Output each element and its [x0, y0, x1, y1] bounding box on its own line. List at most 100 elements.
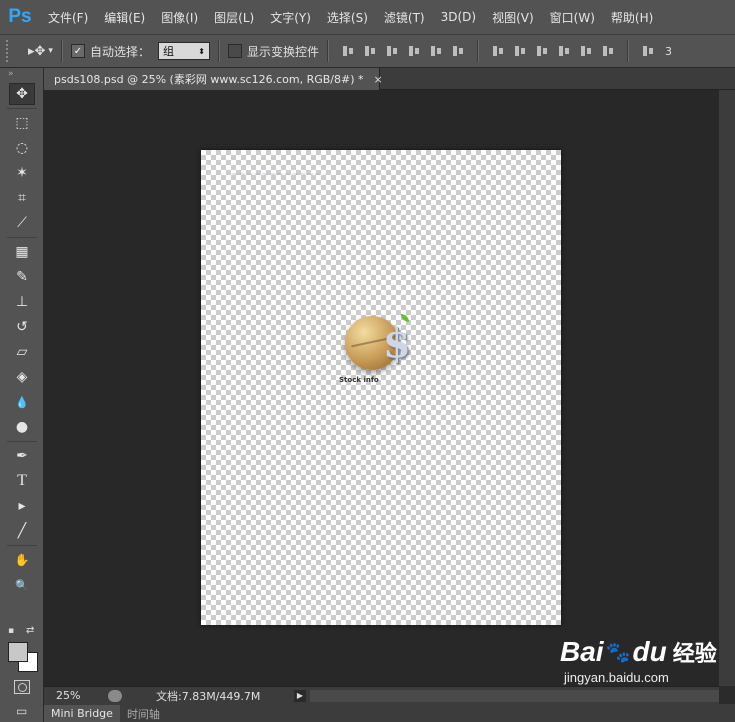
line-tool[interactable]: ╱: [9, 520, 35, 542]
distribute-top-icon[interactable]: [491, 44, 505, 58]
align-hcenter-icon[interactable]: [429, 44, 443, 58]
menu-help[interactable]: 帮助(H): [603, 9, 661, 26]
menu-layer[interactable]: 图层(L): [206, 9, 262, 26]
tab-timeline[interactable]: 时间轴: [120, 705, 167, 722]
align-left-icon[interactable]: [407, 44, 421, 58]
menu-select[interactable]: 选择(S): [319, 9, 376, 26]
auto-select-label: 自动选择：: [89, 44, 150, 59]
distribute-vcenter-icon[interactable]: [513, 44, 527, 58]
lasso-icon: ◌: [15, 140, 29, 156]
dodge-tool[interactable]: ●: [9, 416, 35, 438]
move-tool[interactable]: ✥: [9, 83, 35, 105]
document-size-info: 文档:7.83M/449.7M: [156, 689, 261, 703]
auto-select-dropdown[interactable]: 组 ⬍: [157, 42, 210, 60]
document-tab-title: psds108.psd @ 25% (素彩网 www.sc126.com, RG…: [54, 73, 364, 86]
menu-window[interactable]: 窗口(W): [542, 9, 603, 26]
menu-3d[interactable]: 3D(D): [433, 10, 484, 24]
tab-mini-bridge[interactable]: Mini Bridge: [44, 705, 120, 722]
document-canvas[interactable]: ~~~~~~~~~~~~ $ Stock info: [201, 150, 561, 625]
vertical-scrollbar[interactable]: [719, 90, 735, 686]
3d-mode-label[interactable]: 3: [665, 45, 672, 58]
show-transform-checkbox[interactable]: [227, 44, 242, 58]
zoom-level[interactable]: 25%: [44, 689, 102, 702]
toolbox-panel: » ✥ ⬚ ◌ ✶ ⌗ ⟋ ▦ ✎ ⊥ ↺ ▱ ◈ 💧 ● ✒ T ▸ ╱ ✋ …: [0, 68, 44, 722]
paint-bucket-icon: ◈: [16, 369, 28, 385]
history-brush-tool[interactable]: ↺: [9, 316, 35, 338]
options-grip[interactable]: [6, 40, 14, 62]
tool-divider: [7, 441, 37, 442]
dodge-icon: ●: [15, 419, 29, 435]
menu-image[interactable]: 图像(I): [153, 9, 206, 26]
document-tab[interactable]: psds108.psd @ 25% (素彩网 www.sc126.com, RG…: [44, 68, 383, 90]
zoom-tool[interactable]: 🔍: [9, 574, 35, 596]
updown-arrows-icon: ⬍: [198, 46, 205, 56]
align-right-icon[interactable]: [451, 44, 465, 58]
close-icon[interactable]: ×: [374, 73, 383, 86]
swap-colors-icon[interactable]: ⇄: [26, 625, 34, 636]
canvas-caption: Stock info: [339, 376, 379, 384]
canvas-workspace[interactable]: ~~~~~~~~~~~~ $ Stock info: [44, 90, 719, 686]
align-vcenter-icon[interactable]: [363, 44, 377, 58]
line-icon: ╱: [17, 523, 27, 539]
menu-filter[interactable]: 滤镜(T): [376, 9, 433, 26]
magic-wand-tool[interactable]: ✶: [9, 162, 35, 184]
distribute-left-icon[interactable]: [557, 44, 571, 58]
tool-divider: [7, 237, 37, 238]
arrow-pointer-icon: ▸: [18, 498, 26, 514]
clone-stamp-tool[interactable]: ⊥: [9, 291, 35, 313]
blur-tool[interactable]: 💧: [9, 391, 35, 413]
dollar-sign-artwork: $: [383, 320, 411, 367]
eyedropper-tool[interactable]: ⟋: [9, 212, 35, 234]
marquee-icon: ⬚: [15, 115, 29, 131]
screen-mode-icon[interactable]: ▭: [16, 704, 27, 718]
menu-edit[interactable]: 编辑(E): [96, 9, 153, 26]
status-info-icon[interactable]: [108, 689, 122, 702]
healing-brush-tool[interactable]: ▦: [9, 241, 35, 263]
auto-align-icon[interactable]: [641, 44, 655, 58]
magnifier-icon: 🔍: [15, 578, 29, 592]
tool-preset-picker[interactable]: ▸✥ ▾: [28, 44, 53, 59]
stamp-icon: ⊥: [15, 294, 29, 310]
paint-bucket-tool[interactable]: ◈: [9, 366, 35, 388]
menu-bar: Ps 文件(F) 编辑(E) 图像(I) 图层(L) 文字(Y) 选择(S) 滤…: [0, 0, 735, 34]
options-divider: [60, 40, 63, 62]
distribute-bottom-icon[interactable]: [535, 44, 549, 58]
pen-tool[interactable]: ✒: [9, 445, 35, 467]
menu-view[interactable]: 视图(V): [484, 9, 542, 26]
auto-select-value: 组: [162, 45, 174, 58]
chevron-down-icon: ▾: [48, 46, 53, 56]
default-colors-icon[interactable]: ▪: [8, 626, 14, 636]
eraser-tool[interactable]: ▱: [9, 341, 35, 363]
bandage-icon: ▦: [15, 244, 29, 260]
brush-tool[interactable]: ✎: [9, 266, 35, 288]
type-tool[interactable]: T: [9, 470, 35, 492]
tool-divider: [7, 545, 37, 546]
hand-icon: ✋: [14, 553, 30, 567]
quick-mask-icon[interactable]: [14, 680, 30, 694]
horizontal-scrollbar[interactable]: [310, 689, 719, 702]
menu-file[interactable]: 文件(F): [40, 9, 96, 26]
document-tab-bar: psds108.psd @ 25% (素彩网 www.sc126.com, RG…: [44, 68, 735, 90]
auto-select-checkbox[interactable]: ✓: [70, 44, 85, 58]
align-bottom-icon[interactable]: [385, 44, 399, 58]
move-icon: ✥: [16, 86, 28, 102]
options-divider: [326, 40, 329, 62]
status-menu-arrow-icon[interactable]: ▶: [294, 689, 306, 702]
path-selection-tool[interactable]: ▸: [9, 495, 35, 517]
options-divider: [626, 40, 629, 62]
marquee-tool[interactable]: ⬚: [9, 112, 35, 134]
history-brush-icon: ↺: [16, 319, 28, 335]
crop-tool[interactable]: ⌗: [9, 187, 35, 209]
menu-type[interactable]: 文字(Y): [262, 9, 319, 26]
hand-tool[interactable]: ✋: [9, 549, 35, 571]
bottom-panel: Mini Bridge 时间轴: [44, 704, 735, 722]
tool-divider: [7, 108, 37, 109]
type-icon: T: [17, 472, 27, 489]
distribute-hcenter-icon[interactable]: [579, 44, 593, 58]
toolbox-collapse[interactable]: »: [0, 68, 43, 80]
foreground-color-swatch[interactable]: [8, 642, 28, 662]
magic-wand-icon: ✶: [16, 165, 28, 181]
align-top-icon[interactable]: [341, 44, 355, 58]
lasso-tool[interactable]: ◌: [9, 137, 35, 159]
distribute-right-icon[interactable]: [601, 44, 615, 58]
